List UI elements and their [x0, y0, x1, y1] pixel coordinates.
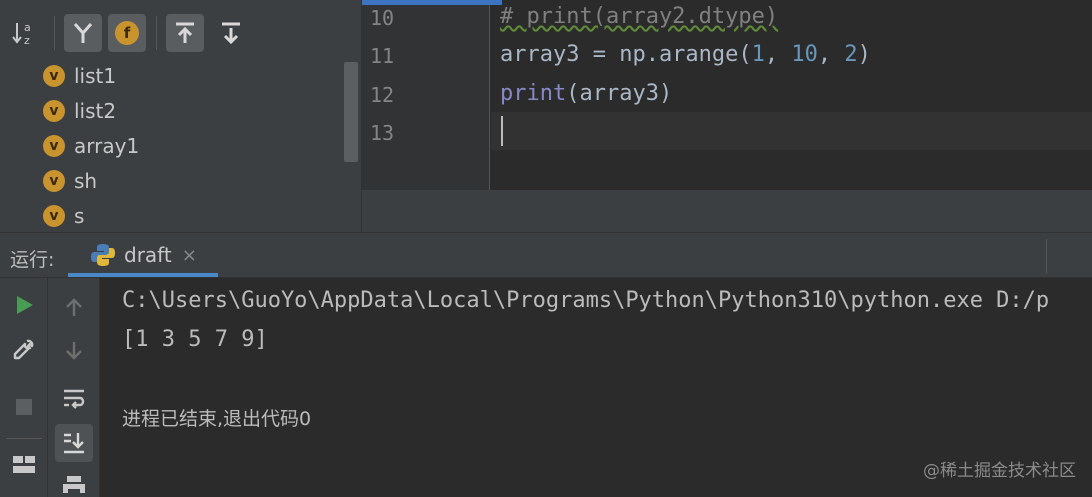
wrench-icon: [13, 339, 34, 360]
line-number: 12: [370, 83, 395, 107]
number-literal: 2: [844, 42, 858, 67]
play-icon: [17, 296, 33, 314]
expand-all-button[interactable]: [166, 14, 204, 52]
code-token: ,: [764, 42, 792, 67]
stop-icon: [16, 399, 32, 415]
python-icon: [91, 244, 115, 266]
number-literal: 1: [751, 42, 765, 67]
code-token: (array3): [566, 81, 673, 106]
layout-icon: [13, 456, 35, 473]
soft-wrap-icon: [64, 389, 85, 409]
line-number: 10: [370, 6, 395, 30]
current-line-highlight: [491, 112, 1092, 150]
tree-item[interactable]: v list2: [43, 96, 116, 126]
number-literal: 10: [791, 42, 818, 67]
run-tab-label: draft: [124, 243, 172, 267]
tree-item[interactable]: v list1: [43, 61, 116, 91]
tree-item-label: sh: [74, 169, 98, 193]
variable-icon: v: [43, 135, 65, 157]
tree-item-label: list2: [74, 99, 117, 123]
tree-item[interactable]: v s: [43, 201, 84, 231]
scroll-to-end-icon: [64, 433, 84, 454]
arrow-up-icon: [66, 298, 82, 316]
toolbar-separator: [54, 16, 55, 50]
tree-item-label: list1: [74, 64, 117, 88]
svg-text:z: z: [24, 34, 30, 47]
console-exit-message: 进程已结束,退出代码0: [122, 408, 312, 430]
code-line-print: print(array3): [500, 81, 672, 106]
code-line-comment: # print(array2.dtype): [500, 4, 778, 29]
tree-item[interactable]: v sh: [43, 166, 97, 196]
structure-panel: a z f v list1 v list2 v array1 v sh v s: [0, 0, 362, 232]
close-icon[interactable]: ×: [182, 245, 197, 266]
sort-alphabetically-button[interactable]: a z: [6, 14, 44, 52]
header-separator: [1046, 239, 1047, 273]
variable-icon: v: [43, 170, 65, 192]
stop-button[interactable]: [9, 392, 39, 422]
show-inherited-icon: [73, 23, 93, 43]
watermark: @稀土掘金技术社区: [923, 461, 1076, 481]
structure-scrollbar[interactable]: [344, 62, 358, 162]
variable-icon: v: [43, 205, 65, 227]
code-token: ,: [817, 42, 845, 67]
soft-wrap-button[interactable]: [58, 382, 90, 414]
code-token: ): [857, 42, 871, 67]
tree-item[interactable]: v array1: [43, 131, 139, 161]
line-number: 13: [370, 121, 395, 145]
code-token: array3 = np.arange(: [500, 42, 752, 67]
sort-alphabetically-icon: a z: [12, 21, 31, 47]
show-inherited-button[interactable]: [64, 14, 102, 52]
active-tab-indicator: [68, 273, 218, 277]
console-command-line: C:\Users\GuoYo\AppData\Local\Programs\Py…: [122, 288, 1050, 313]
field-f-icon: f: [115, 21, 139, 45]
run-tool-window-header: 运行: draft ×: [0, 232, 1092, 278]
line-number: 11: [370, 44, 395, 68]
structure-tree: v list1 v list2 v array1 v sh v s: [0, 60, 344, 232]
scroll-to-end-button[interactable]: [55, 424, 93, 462]
console-output-line: [1 3 5 7 9]: [122, 327, 268, 352]
run-primary-toolbar: [0, 278, 48, 497]
editor-status-strip: [362, 190, 1092, 232]
rerun-button[interactable]: [9, 290, 39, 320]
tree-item-label: s: [74, 204, 85, 228]
layout-button[interactable]: [9, 450, 39, 480]
editor-tab-indicator: [362, 0, 502, 5]
scroll-up-button[interactable]: [59, 292, 89, 322]
expand-all-icon: [176, 22, 194, 43]
variable-icon: v: [43, 65, 65, 87]
show-fields-label: f: [123, 24, 131, 42]
arrow-down-icon: [66, 342, 82, 360]
svg-text:a: a: [24, 21, 31, 34]
tree-item-label: array1: [74, 134, 140, 158]
builtin-print: print: [500, 81, 567, 106]
variable-icon: v: [43, 100, 65, 122]
show-fields-button[interactable]: f: [108, 14, 146, 52]
toolbar-separator: [6, 438, 42, 439]
line-number-gutter: 10 11 12 13: [362, 0, 490, 190]
scroll-down-button[interactable]: [59, 336, 89, 366]
structure-toolbar: a z f: [0, 0, 362, 60]
collapse-all-icon: [222, 22, 240, 45]
run-tab-draft[interactable]: draft ×: [70, 233, 218, 277]
settings-button[interactable]: [9, 335, 39, 365]
run-secondary-toolbar: [48, 278, 100, 497]
text-caret: [501, 116, 503, 146]
comment-text: # print(array2.dtype): [500, 4, 779, 29]
print-button[interactable]: [59, 472, 89, 497]
run-label: 运行:: [10, 249, 55, 271]
code-line-arange: array3 = np.arange(1, 10, 2): [500, 42, 871, 67]
printer-icon: [63, 476, 85, 497]
collapse-all-button[interactable]: [212, 14, 250, 52]
toolbar-separator: [156, 16, 157, 50]
code-editor[interactable]: 10 11 12 13 # print(array2.dtype) array3…: [362, 0, 1092, 232]
